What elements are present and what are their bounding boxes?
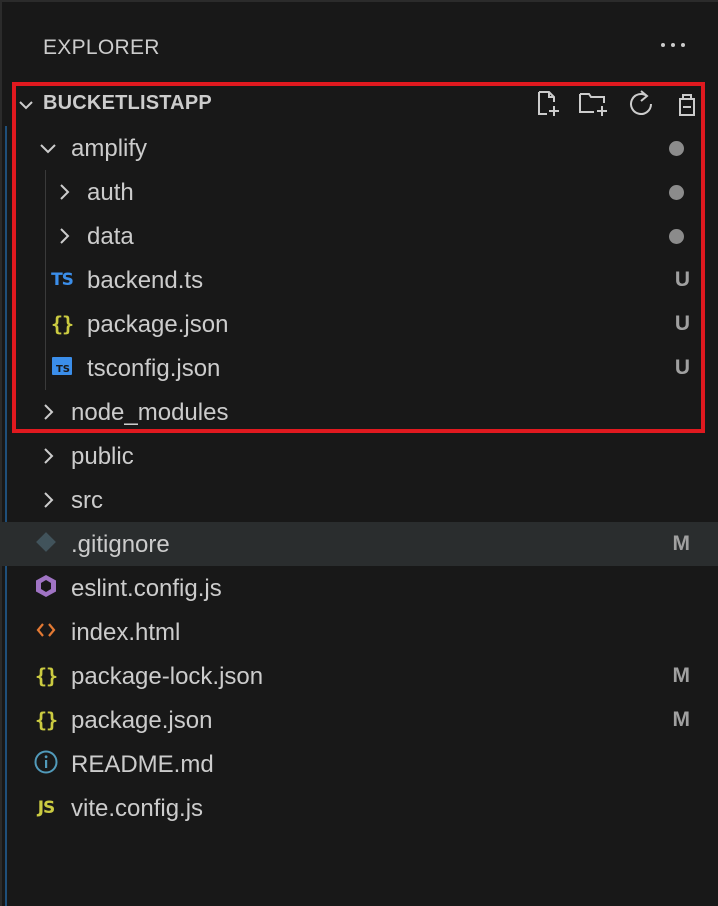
chevron-right-icon[interactable] xyxy=(38,490,58,510)
tree-item-label: index.html xyxy=(71,619,181,646)
tree-item-label: eslint.config.js xyxy=(71,575,222,602)
tree-file-row[interactable]: eslint.config.js xyxy=(0,566,718,610)
html-file-icon xyxy=(33,620,59,644)
git-status-badge: M xyxy=(672,708,691,731)
info-file-icon xyxy=(33,750,59,776)
git-status-badge: M xyxy=(672,532,691,555)
tree-item-label: README.md xyxy=(71,751,214,778)
tree-file-row[interactable]: index.html xyxy=(0,610,718,654)
tree-file-row[interactable]: {} package-lock.json M xyxy=(0,654,718,698)
tree-item-label: vite.config.js xyxy=(71,795,204,822)
explorer-title: EXPLORER xyxy=(43,36,160,59)
ellipsis-icon xyxy=(661,43,665,47)
more-actions-button[interactable] xyxy=(658,30,688,60)
tree-item-label: package.json xyxy=(71,707,213,734)
tree-item-label: package-lock.json xyxy=(71,663,264,690)
tree-item-label: src xyxy=(71,487,103,514)
annotation-highlight-box xyxy=(12,82,705,433)
json-file-icon: {} xyxy=(34,664,58,688)
chevron-right-icon[interactable] xyxy=(38,446,58,466)
tree-file-row[interactable]: JS vite.config.js xyxy=(0,786,718,830)
git-status-badge: M xyxy=(672,664,691,687)
tree-file-row[interactable]: .gitignore M xyxy=(0,522,718,566)
json-file-icon: {} xyxy=(34,708,58,732)
tree-folder-row[interactable]: public xyxy=(0,434,718,478)
git-file-icon xyxy=(33,531,59,556)
javascript-file-icon: JS xyxy=(37,798,56,818)
tree-item-label: public xyxy=(71,443,134,470)
tree-item-label: .gitignore xyxy=(71,531,170,558)
tree-file-row[interactable]: README.md xyxy=(0,742,718,786)
tree-folder-row[interactable]: src xyxy=(0,478,718,522)
eslint-file-icon xyxy=(33,574,59,600)
tree-file-row[interactable]: {} package.json M xyxy=(0,698,718,742)
